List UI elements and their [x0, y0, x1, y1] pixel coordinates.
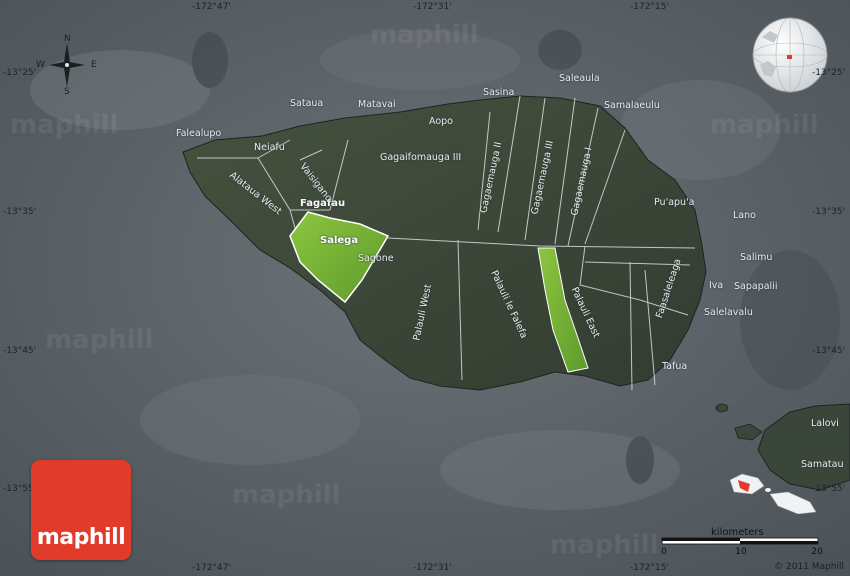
compass-n: N — [64, 34, 71, 44]
place-samatau: Samatau — [801, 459, 844, 470]
watermark: maphill — [710, 110, 819, 140]
scale-tick-20: 20 — [811, 547, 823, 557]
place-samalaeulu: Samalaeulu — [604, 100, 660, 111]
coord-right-2: -13°35' — [812, 207, 846, 217]
coord-top-3: -172°15' — [630, 2, 669, 12]
district-salega[interactable]: Salega — [320, 235, 358, 246]
compass-e: E — [91, 60, 97, 70]
place-puapua: Pu'apu'a — [654, 197, 695, 208]
coord-bottom-3: -172°15' — [630, 563, 669, 573]
place-iva: Iva — [709, 280, 724, 291]
place-lano: Lano — [733, 210, 756, 221]
place-lalovi: Lalovi — [811, 418, 839, 429]
coord-bottom-2: -172°31' — [413, 563, 452, 573]
coord-bottom-1: -172°47' — [192, 563, 231, 573]
place-salelavalu: Salelavalu — [704, 307, 753, 318]
coord-right-3: -13°45' — [812, 346, 846, 356]
place-matavai: Matavai — [358, 99, 396, 110]
coord-left-3: -13°45' — [3, 346, 37, 356]
place-sasina: Sasina — [483, 87, 515, 98]
coord-right-1: -13°25' — [812, 68, 846, 78]
place-sagone: Sagone — [358, 253, 394, 264]
scale-tick-0: 0 — [661, 547, 667, 557]
place-salimu: Salimu — [740, 252, 773, 263]
place-aopo: Aopo — [429, 116, 453, 127]
coord-right-4: -13°55' — [812, 484, 846, 494]
maphill-logo[interactable]: maphill — [31, 460, 131, 560]
compass-w: W — [36, 60, 45, 70]
locator-globe-icon — [752, 17, 828, 93]
watermark: maphill — [10, 110, 119, 140]
watermark: maphill — [45, 325, 154, 355]
place-tafua: Tafua — [662, 361, 688, 372]
scale-tick-10: 10 — [735, 547, 747, 557]
coord-top-2: -172°31' — [413, 2, 452, 12]
place-sapapalii: Sapapalii — [734, 281, 778, 292]
place-sataua: Sataua — [290, 98, 324, 109]
watermark: maphill — [232, 480, 341, 510]
logo-text: maphill — [36, 525, 126, 550]
scale-title: kilometers — [711, 527, 764, 538]
watermark: maphill — [370, 20, 479, 50]
coord-top-1: -172°47' — [192, 2, 231, 12]
place-falealupo: Falealupo — [176, 128, 222, 139]
scale-bar — [661, 537, 819, 545]
compass-s: S — [64, 87, 70, 97]
coord-left-1: -13°25' — [3, 68, 37, 78]
place-neiafu: Neiafu — [254, 142, 285, 153]
coord-left-2: -13°35' — [3, 207, 37, 217]
small-islet — [715, 403, 729, 413]
district-gagaifomauga-iii: Gagaifomauga III — [380, 152, 462, 163]
watermark: maphill — [550, 530, 659, 560]
place-saleaula: Saleaula — [559, 73, 600, 84]
copyright: © 2011 Maphill — [774, 562, 844, 572]
